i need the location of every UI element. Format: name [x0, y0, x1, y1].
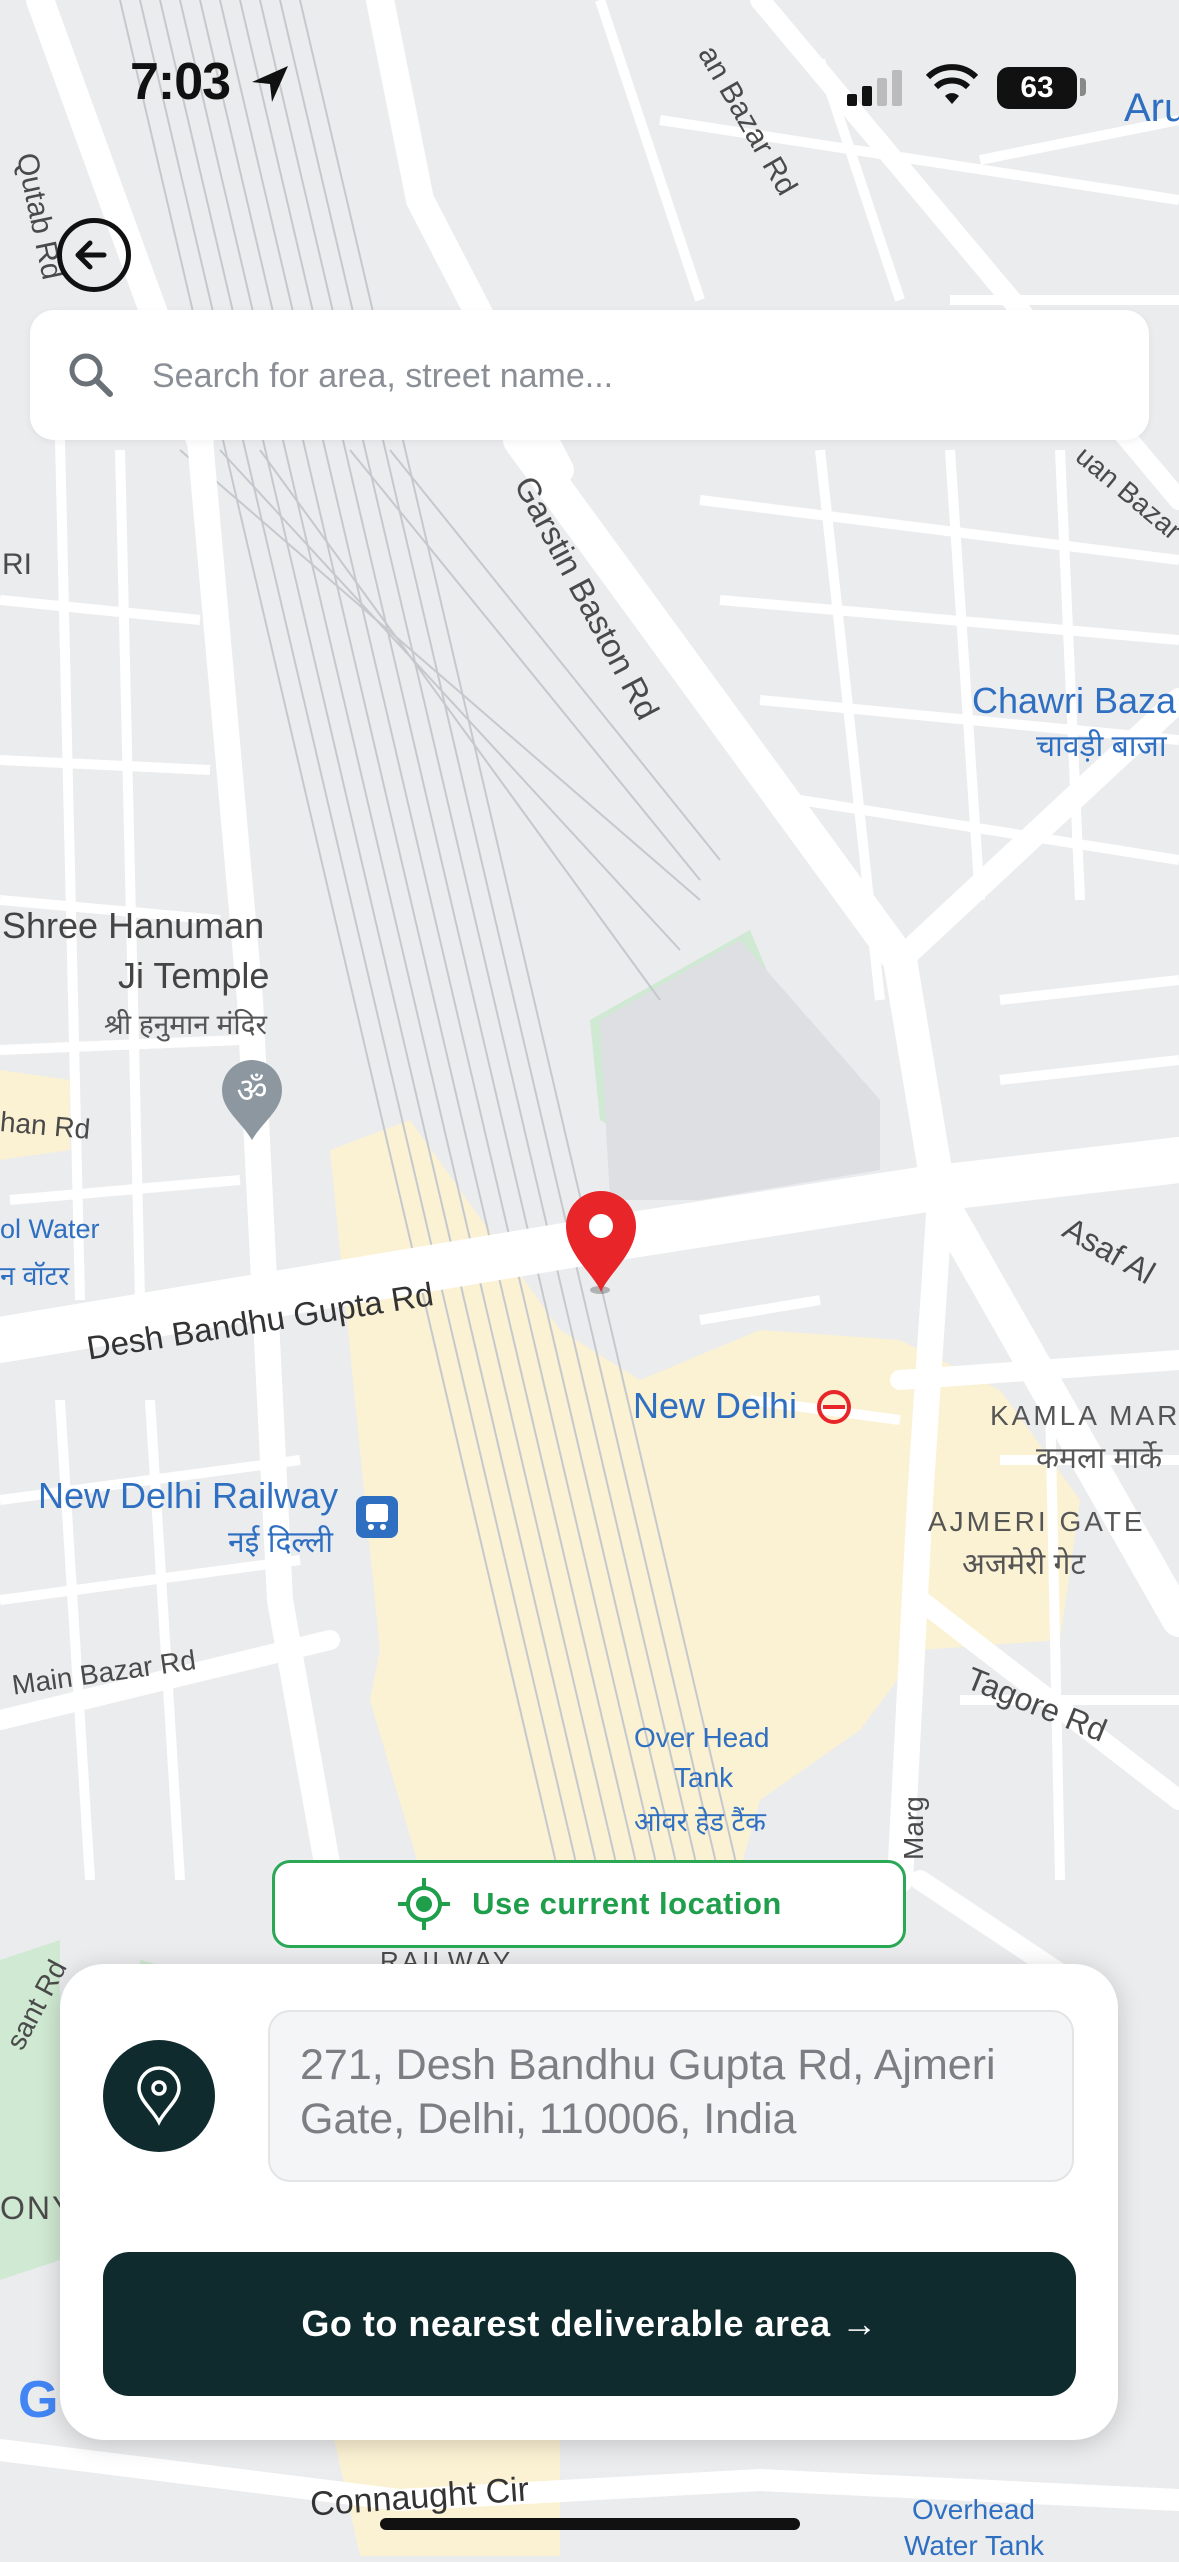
svg-text:ॐ: ॐ — [236, 1071, 267, 1111]
crosshair-icon — [398, 1878, 451, 1930]
status-bar: 7:03 63 Aru — [0, 0, 1179, 170]
metro-icon[interactable] — [815, 1388, 853, 1426]
map-label-railway-hindi: नई दिल्ली — [228, 1526, 334, 1559]
home-indicator[interactable] — [380, 2518, 800, 2530]
map-label-kamla-hindi: कमला मार्के — [1036, 1442, 1163, 1475]
map-label-ajmeri-gate: AJMERI GATE — [928, 1506, 1146, 1537]
use-current-location-label: Use current location — [472, 1886, 782, 1921]
search-icon — [69, 353, 113, 397]
address-icon-badge — [103, 2040, 215, 2152]
go-to-nearest-deliverable-area-button[interactable]: Go to nearest deliverable area → — [103, 2252, 1076, 2396]
address-field[interactable]: 271, Desh Bandhu Gupta Rd, Ajmeri Gate, … — [268, 2010, 1074, 2182]
search-input[interactable] — [150, 340, 1114, 412]
search-bar[interactable] — [30, 310, 1149, 440]
map-label-kamla-market: KAMLA MAR — [990, 1400, 1179, 1431]
map-label-new-delhi: New Delhi — [633, 1385, 798, 1426]
map-label-chawri-bazar-hindi: चावड़ी बाजा — [1036, 730, 1167, 763]
back-arrow-icon — [75, 240, 107, 270]
temple-icon[interactable]: ॐ — [220, 1058, 284, 1142]
map-label-ol-water: ol Water — [0, 1214, 100, 1244]
map-label-hanuman-hindi: श्री हनुमान मंदिर — [104, 1009, 267, 1040]
map-label-hanuman-2: Ji Temple — [118, 955, 270, 996]
cellular-signal-icon — [847, 70, 902, 106]
map-label-hanuman-1: Shree Hanuman — [2, 905, 265, 946]
use-current-location-button[interactable]: Use current location — [272, 1860, 906, 1948]
map-label-overhead-b2: Water Tank — [904, 2530, 1045, 2561]
map-label-ri: RI — [2, 548, 32, 581]
map-label-water-hindi: न वॉटर — [0, 1261, 70, 1291]
map-label-chawri-bazar: Chawri Baza — [972, 680, 1177, 721]
map-pin-icon — [566, 1191, 636, 1292]
location-arrow-icon — [252, 66, 288, 102]
address-bottom-sheet: 271, Desh Bandhu Gupta Rd, Ajmeri Gate, … — [60, 1964, 1118, 2440]
map-label-over-head: Over Head — [634, 1722, 770, 1753]
map-label-overhead-hindi: ओवर हेड टैंक — [634, 1807, 766, 1837]
map-label-ajmeri-hindi: अजमेरी गेट — [962, 1548, 1086, 1581]
battery-tip — [1080, 78, 1086, 96]
status-time: 7:03 — [130, 53, 231, 111]
location-pin-icon — [137, 2066, 181, 2126]
wifi-icon — [925, 64, 979, 104]
back-button[interactable] — [57, 218, 131, 292]
google-logo: G — [18, 2371, 59, 2429]
map-label-overhead-b1: Overhead — [912, 2494, 1035, 2525]
map-label-tank: Tank — [674, 1762, 734, 1793]
map-label-marg: Marg — [898, 1796, 929, 1860]
map-label-new-delhi-railway: New Delhi Railway — [38, 1475, 339, 1516]
battery-icon: 63 — [997, 67, 1077, 109]
map-label-partial: Aru — [1124, 86, 1179, 130]
train-icon[interactable] — [354, 1494, 400, 1540]
